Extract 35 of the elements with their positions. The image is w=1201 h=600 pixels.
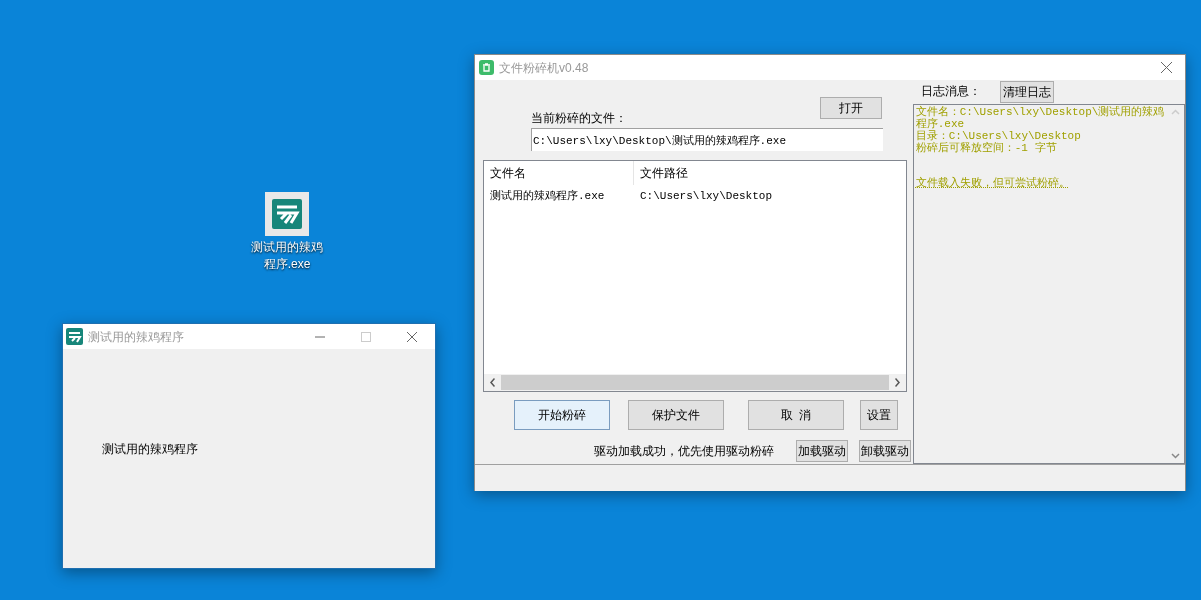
log-label: 日志消息： [920,83,981,100]
trash-icon [479,60,494,75]
log-line: 粉碎后可释放空间：-1 字节 [915,142,1058,154]
window-title: 文件粉碎机v0.48 [499,59,589,77]
horizontal-scrollbar[interactable] [484,374,906,391]
table-cell: C:\Users\lxy\Desktop [640,189,773,202]
clear-log-button[interactable]: 清理日志 [999,81,1054,103]
column-header[interactable]: 文件名 [490,164,526,182]
driver-button[interactable]: 卸载驱动 [859,440,911,462]
scroll-left-icon[interactable] [490,378,495,387]
driver-status-text: 驱动加载成功，优先使用驱动粉碎 [594,443,774,460]
action-button[interactable]: 设置 [860,400,898,430]
log-line: 目录：C:\Users\lxy\Desktop [915,130,1082,142]
driver-button[interactable]: 加载驱动 [796,440,848,462]
program-icon[interactable] [265,192,309,236]
window-text: 测试用的辣鸡程序 [102,442,198,456]
table-cell: 测试用的辣鸡程序.exe [490,189,605,202]
close-icon[interactable] [407,331,417,342]
scroll-down-icon[interactable] [1171,453,1180,459]
scroll-right-icon[interactable] [895,378,900,387]
window-title: 测试用的辣鸡程序 [88,328,184,346]
column-header[interactable]: 文件路径 [640,164,688,182]
log-line: 文件名：C:\Users\lxy\Desktop\测试用的辣鸡程序.exe [915,106,1166,130]
action-button[interactable]: 开始粉碎 [514,400,610,430]
icon-label: 测试用的辣鸡程序.exe [250,239,324,273]
action-button[interactable]: 取 消 [748,400,844,430]
app-icon [66,328,83,345]
field-label: 当前粉碎的文件： [531,110,627,127]
open-button[interactable]: 打开 [820,97,882,119]
close-icon[interactable] [1161,62,1172,73]
file-path-field[interactable]: C:\Users\lxy\Desktop\测试用的辣鸡程序.exe [531,128,883,151]
action-button[interactable]: 保护文件 [628,400,724,430]
maximize-icon[interactable] [361,331,371,342]
scrollbar-thumb[interactable] [501,375,889,390]
log-line: 文件载入失败，但可尝试粉碎。 [915,177,1071,189]
